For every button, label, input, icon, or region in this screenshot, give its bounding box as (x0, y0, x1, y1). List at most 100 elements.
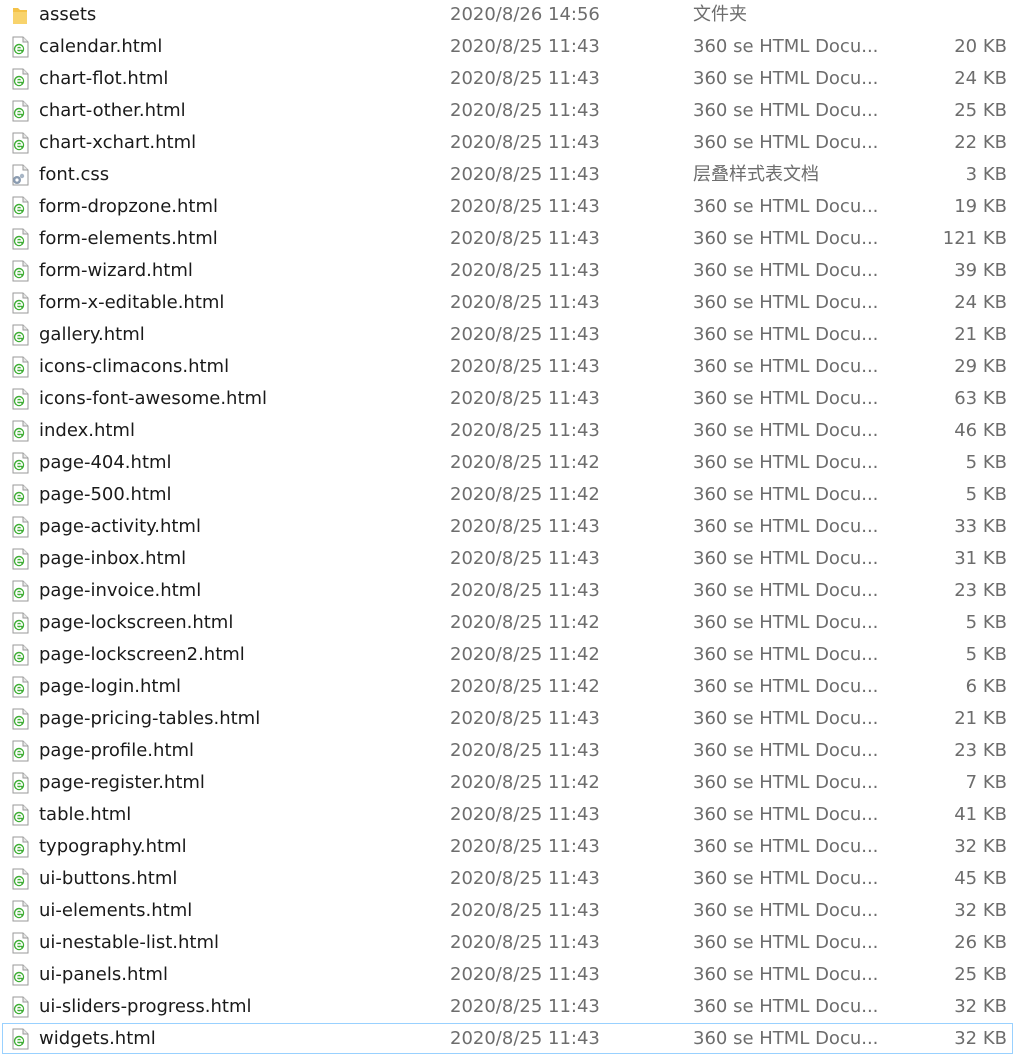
file-row[interactable]: page-activity.html 2020/8/25 11:43 360 se … (2, 511, 1013, 542)
file-modified-date: 2020/8/25 11:43 (450, 964, 600, 985)
file-row[interactable]: ui-sliders-progress.html 2020/8/25 11:43 3… (2, 991, 1013, 1022)
file-name[interactable]: font.css (39, 160, 109, 191)
file-row[interactable]: ui-elements.html 2020/8/25 11:43 360 se HT… (2, 895, 1013, 926)
file-row[interactable]: font.css 2020/8/25 11:43 层叠样式表文档 3 KB (2, 159, 1013, 190)
file-row[interactable]: table.html 2020/8/25 11:43 360 se HTML Doc… (2, 799, 1013, 830)
html-file-icon (10, 96, 32, 127)
file-row[interactable]: form-elements.html 2020/8/25 11:43 360 se … (2, 223, 1013, 254)
file-row[interactable]: page-pricing-tables.html 2020/8/25 11:43 3… (2, 703, 1013, 734)
html-file-icon (10, 768, 32, 799)
file-name[interactable]: assets (39, 0, 96, 31)
file-row[interactable]: icons-font-awesome.html 2020/8/25 11:43 36… (2, 383, 1013, 414)
file-name[interactable]: page-pricing-tables.html (39, 704, 260, 735)
file-row[interactable]: ui-buttons.html 2020/8/25 11:43 360 se HTM… (2, 863, 1013, 894)
file-modified-date: 2020/8/25 11:43 (450, 804, 600, 825)
file-modified-date: 2020/8/25 11:43 (450, 228, 600, 249)
css-file-icon (10, 160, 32, 191)
file-size: 33 KB (954, 516, 1007, 537)
file-name[interactable]: widgets.html (39, 1024, 156, 1055)
file-size: 6 KB (965, 676, 1007, 697)
file-name[interactable]: typography.html (39, 832, 187, 863)
file-size: 31 KB (954, 548, 1007, 569)
file-name[interactable]: page-inbox.html (39, 544, 186, 575)
file-row[interactable]: calendar.html 2020/8/25 11:43 360 se HTML … (2, 31, 1013, 62)
file-modified-date: 2020/8/25 11:43 (450, 740, 600, 761)
file-size: 21 KB (954, 708, 1007, 729)
file-type: 360 se HTML Docu... (693, 964, 879, 985)
file-size: 5 KB (965, 612, 1007, 633)
file-name[interactable]: ui-buttons.html (39, 864, 177, 895)
file-modified-date: 2020/8/25 11:43 (450, 324, 600, 345)
file-type: 360 se HTML Docu... (693, 708, 879, 729)
file-row[interactable]: page-invoice.html 2020/8/25 11:43 360 se H… (2, 575, 1013, 606)
file-name[interactable]: page-register.html (39, 768, 205, 799)
file-name[interactable]: chart-other.html (39, 96, 186, 127)
file-modified-date: 2020/8/25 11:43 (450, 1028, 600, 1049)
file-name[interactable]: ui-elements.html (39, 896, 192, 927)
file-name[interactable]: index.html (39, 416, 135, 447)
file-row[interactable]: page-lockscreen2.html 2020/8/25 11:42 360 … (2, 639, 1013, 670)
file-list: assets 2020/8/26 14:56 文件夹 calendar.html 202… (0, 0, 1020, 1061)
file-row[interactable]: typography.html 2020/8/25 11:43 360 se HTM… (2, 831, 1013, 862)
html-file-icon (10, 480, 32, 511)
file-modified-date: 2020/8/25 11:42 (450, 644, 600, 665)
file-row[interactable]: form-dropzone.html 2020/8/25 11:43 360 se … (2, 191, 1013, 222)
file-name[interactable]: chart-flot.html (39, 64, 168, 95)
file-name[interactable]: form-wizard.html (39, 256, 193, 287)
file-row[interactable]: index.html 2020/8/25 11:43 360 se HTML Doc… (2, 415, 1013, 446)
file-row[interactable]: widgets.html 2020/8/25 11:43 360 se HTML D… (2, 1023, 1013, 1054)
file-row[interactable]: chart-other.html 2020/8/25 11:43 360 se HT… (2, 95, 1013, 126)
file-row[interactable]: page-inbox.html 2020/8/25 11:43 360 se HTM… (2, 543, 1013, 574)
file-row[interactable]: ui-nestable-list.html 2020/8/25 11:43 360 … (2, 927, 1013, 958)
file-name[interactable]: chart-xchart.html (39, 128, 196, 159)
file-row[interactable]: icons-climacons.html 2020/8/25 11:43 360 s… (2, 351, 1013, 382)
file-name[interactable]: page-404.html (39, 448, 172, 479)
file-modified-date: 2020/8/25 11:43 (450, 932, 600, 953)
file-name[interactable]: form-dropzone.html (39, 192, 218, 223)
file-name[interactable]: page-lockscreen.html (39, 608, 233, 639)
file-row[interactable]: assets 2020/8/26 14:56 文件夹 (2, 0, 1013, 30)
file-row[interactable]: page-500.html 2020/8/25 11:42 360 se HTML … (2, 479, 1013, 510)
file-row[interactable]: gallery.html 2020/8/25 11:43 360 se HTML D… (2, 319, 1013, 350)
file-type: 360 se HTML Docu... (693, 996, 879, 1017)
file-name[interactable]: gallery.html (39, 320, 145, 351)
file-row[interactable]: ui-panels.html 2020/8/25 11:43 360 se HTML… (2, 959, 1013, 990)
file-size: 121 KB (942, 228, 1007, 249)
file-row[interactable]: page-lockscreen.html 2020/8/25 11:42 360 s… (2, 607, 1013, 638)
file-row[interactable]: page-profile.html 2020/8/25 11:43 360 se H… (2, 735, 1013, 766)
file-type: 360 se HTML Docu... (693, 420, 879, 441)
file-row[interactable]: chart-flot.html 2020/8/25 11:43 360 se HTM… (2, 63, 1013, 94)
file-row[interactable]: page-login.html 2020/8/25 11:42 360 se HTM… (2, 671, 1013, 702)
file-type: 360 se HTML Docu... (693, 292, 879, 313)
file-name[interactable]: page-500.html (39, 480, 172, 511)
file-name[interactable]: table.html (39, 800, 131, 831)
file-type: 360 se HTML Docu... (693, 580, 879, 601)
file-name[interactable]: page-login.html (39, 672, 181, 703)
file-type: 360 se HTML Docu... (693, 612, 879, 633)
file-size: 22 KB (954, 132, 1007, 153)
file-modified-date: 2020/8/25 11:42 (450, 612, 600, 633)
file-size: 32 KB (954, 996, 1007, 1017)
file-name[interactable]: page-lockscreen2.html (39, 640, 245, 671)
file-row[interactable]: page-404.html 2020/8/25 11:42 360 se HTML … (2, 447, 1013, 478)
file-name[interactable]: ui-nestable-list.html (39, 928, 219, 959)
file-name[interactable]: form-x-editable.html (39, 288, 224, 319)
file-row[interactable]: chart-xchart.html 2020/8/25 11:43 360 se H… (2, 127, 1013, 158)
file-row[interactable]: form-x-editable.html 2020/8/25 11:43 360 s… (2, 287, 1013, 318)
file-name[interactable]: form-elements.html (39, 224, 218, 255)
file-name[interactable]: ui-panels.html (39, 960, 168, 991)
file-name[interactable]: ui-sliders-progress.html (39, 992, 251, 1023)
file-name[interactable]: page-profile.html (39, 736, 194, 767)
file-name[interactable]: icons-climacons.html (39, 352, 229, 383)
file-row[interactable]: page-register.html 2020/8/25 11:42 360 se … (2, 767, 1013, 798)
file-name[interactable]: page-invoice.html (39, 576, 201, 607)
file-size: 23 KB (954, 740, 1007, 761)
file-modified-date: 2020/8/25 11:43 (450, 900, 600, 921)
file-name[interactable]: icons-font-awesome.html (39, 384, 267, 415)
file-row[interactable]: form-wizard.html 2020/8/25 11:43 360 se HT… (2, 255, 1013, 286)
html-file-icon (10, 960, 32, 991)
file-type: 360 se HTML Docu... (693, 68, 879, 89)
html-file-icon (10, 544, 32, 575)
file-name[interactable]: page-activity.html (39, 512, 201, 543)
file-name[interactable]: calendar.html (39, 32, 162, 63)
